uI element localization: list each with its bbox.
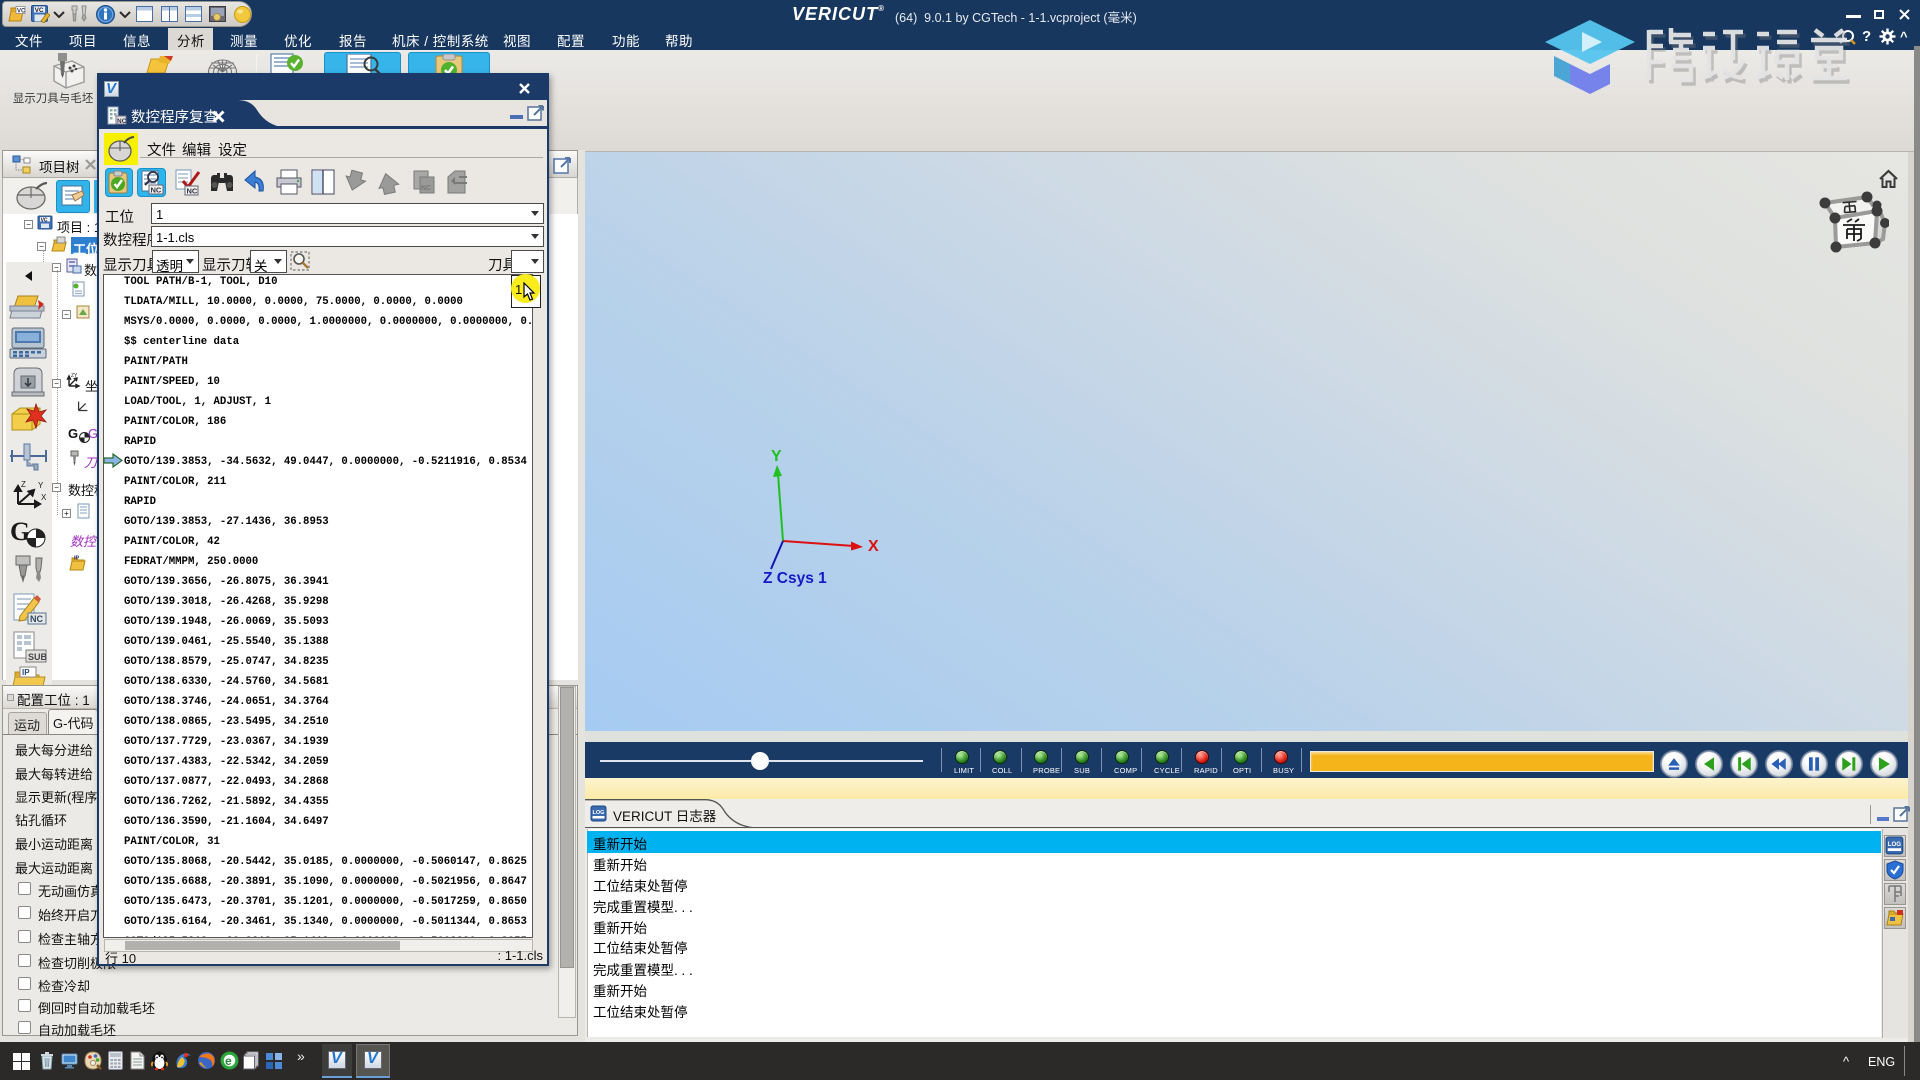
svg-text:VC: VC [17, 9, 26, 15]
svg-text:VC: VC [35, 7, 44, 14]
svg-text:VC: VC [41, 217, 48, 223]
svg-text:Y: Y [38, 481, 44, 490]
svg-text:NC: NC [117, 118, 127, 125]
svg-text:NC: NC [421, 185, 431, 192]
svg-text:e: e [225, 1054, 232, 1068]
svg-text:Z: Z [21, 480, 26, 489]
svg-text:NC: NC [151, 186, 162, 195]
svg-text:G: G [10, 517, 30, 546]
svg-text:NC: NC [187, 187, 198, 196]
svg-text:ZY: ZY [71, 373, 78, 379]
svg-text:LOG: LOG [593, 810, 605, 816]
svg-text:X: X [868, 538, 879, 555]
svg-text:LOG: LOG [1888, 841, 1901, 848]
svg-text:IP: IP [22, 668, 30, 677]
svg-text:Y: Y [771, 448, 782, 465]
svg-text:X: X [41, 493, 47, 502]
svg-text:SUB: SUB [28, 652, 48, 662]
svg-text:NC: NC [30, 614, 43, 624]
svg-text:IP: IP [74, 556, 80, 562]
